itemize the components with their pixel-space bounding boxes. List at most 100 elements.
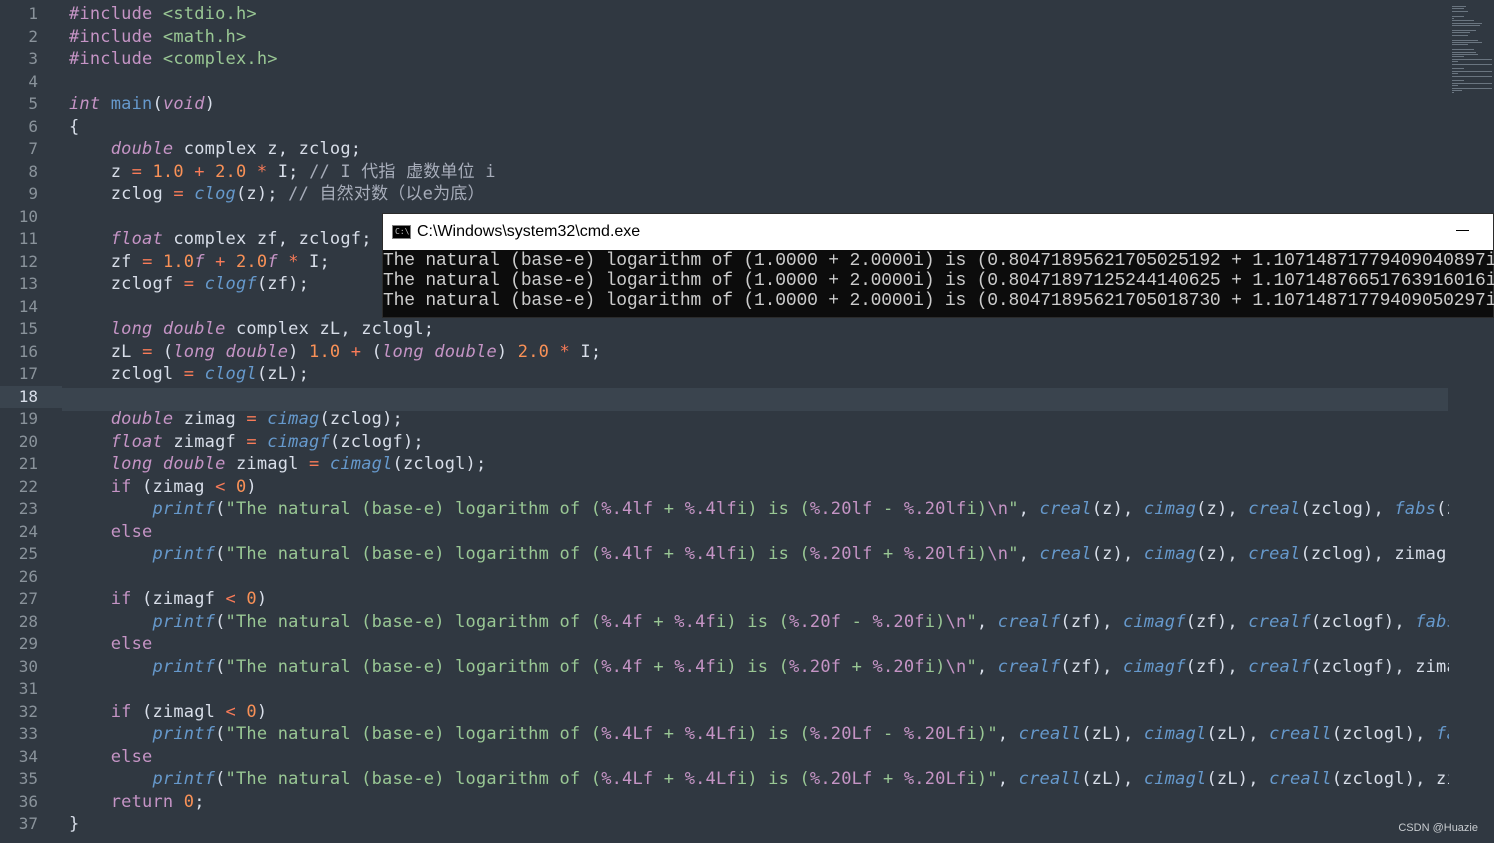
code-line: #include <stdio.h> [69, 4, 257, 24]
line-number: 31 [18, 679, 38, 698]
minimap[interactable] [1448, 0, 1494, 100]
minimap-line [1452, 70, 1492, 72]
line-number: 20 [18, 431, 38, 451]
minimap-line [1452, 34, 1468, 36]
minimap-line [1452, 85, 1458, 87]
line-number: 29 [18, 634, 38, 653]
code-line: #include <math.h> [69, 26, 247, 47]
minimap-line [1452, 58, 1492, 60]
line-number: 33 [18, 724, 38, 743]
code-line: if (zimag < 0) [110, 476, 257, 497]
minimap-line [1452, 42, 1482, 43]
code-line: #include <complex.h> [69, 49, 278, 69]
code-line: long double zimagl = cimagl(zclogl); [110, 454, 487, 474]
line-number-gutter: 1 2 3 4 5 6 7 8 9 10 11 12 13 14 15 16 1… [0, 3, 62, 836]
code-line: double complex z, zclog; [110, 139, 362, 159]
line-number: 5 [28, 94, 38, 113]
line-number: 7 [28, 139, 38, 158]
minimap-line [1452, 63, 1492, 65]
code-line: long double complex zL, zclogl; [110, 319, 435, 339]
code-line: printf("The natural (base-e) logarithm o… [152, 611, 1449, 632]
minimap-line [1452, 51, 1476, 53]
cmd-titlebar[interactable]: C:\ C:\Windows\system32\cmd.exe [383, 214, 1493, 250]
line-number: 4 [28, 71, 38, 91]
minimap-line [1452, 18, 1454, 19]
minimap-line [1452, 90, 1462, 91]
line-number: 35 [18, 769, 38, 788]
minimap-line [1452, 44, 1468, 46]
minimap-line [1452, 61, 1458, 63]
line-number: 6 [28, 116, 38, 136]
minimap-line [1452, 10, 1468, 12]
code-line-active [69, 386, 1449, 409]
minimap-line [1452, 54, 1478, 55]
code-line: zclogl = clogl(zL); [110, 364, 310, 384]
minimap-line [1452, 20, 1474, 22]
output-line: The natural (base-e) logarithm of (1.000… [383, 251, 1494, 271]
line-number: 12 [18, 251, 38, 271]
line-number: 37 [18, 814, 38, 833]
line-number: 36 [18, 791, 38, 811]
minimap-line [1452, 22, 1482, 24]
code-line: else [110, 521, 153, 542]
code-line: printf("The natural (base-e) logarithm o… [152, 499, 1449, 519]
output-line: The natural (base-e) logarithm of (1.000… [383, 271, 1494, 291]
minimap-line [1452, 73, 1458, 75]
line-number-active: 18 [0, 385, 62, 408]
code-editor[interactable]: 1 2 3 4 5 6 7 8 9 10 11 12 13 14 15 16 1… [0, 0, 1494, 843]
line-number: 21 [18, 454, 38, 473]
line-number: 2 [28, 26, 38, 46]
code-line: { [69, 116, 80, 137]
terminal-icon: C:\ [392, 225, 411, 239]
line-number: 9 [28, 184, 38, 203]
line-number: 24 [18, 521, 38, 541]
line-number: 16 [18, 341, 38, 361]
minimap-line [1452, 49, 1474, 51]
line-number: 22 [18, 476, 38, 496]
code-line: return 0; [110, 791, 205, 812]
code-line: float zimagf = cimagf(zclogf); [110, 431, 424, 452]
minimap-line [1452, 8, 1464, 10]
line-number: 13 [18, 274, 38, 293]
minimap-line [1452, 15, 1464, 17]
code-line: double zimag = cimag(zclog); [110, 409, 403, 429]
code-line: if (zimagl < 0) [110, 701, 268, 722]
line-number: 27 [18, 589, 38, 608]
output-line: The natural (base-e) logarithm of (1.000… [383, 291, 1494, 311]
line-number: 26 [18, 566, 38, 586]
code-line: else [110, 634, 153, 654]
watermark: CSDN @Huazie [1398, 822, 1478, 834]
minimap-line [1452, 80, 1464, 82]
code-line: printf("The natural (base-e) logarithm o… [152, 724, 1449, 744]
line-number: 17 [18, 364, 38, 383]
code-line: } [69, 814, 80, 834]
line-number: 25 [18, 544, 38, 563]
line-number: 34 [18, 746, 38, 766]
line-number: 23 [18, 499, 38, 518]
minimize-icon[interactable] [1456, 230, 1469, 231]
minimap-line [1452, 87, 1492, 89]
code-line: zclog = clog(z); // 自然对数（以e为底） [110, 184, 485, 204]
minimap-line [1452, 92, 1454, 94]
minimap-line [1452, 32, 1470, 34]
code-line: printf("The natural (base-e) logarithm o… [152, 769, 1449, 789]
cmd-output: The natural (base-e) logarithm of (1.000… [383, 251, 1494, 311]
line-number: 32 [18, 701, 38, 721]
line-number: 8 [28, 161, 38, 181]
line-number: 11 [18, 229, 38, 248]
line-number: 15 [18, 319, 38, 338]
minimap-line [1452, 30, 1476, 31]
minimap-line [1452, 82, 1492, 84]
minimap-line [1452, 6, 1466, 7]
minimap-line [1452, 68, 1464, 70]
code-line: if (zimagf < 0) [110, 589, 268, 609]
minimap-line [1452, 56, 1464, 58]
line-number: 3 [28, 49, 38, 68]
cmd-window[interactable]: C:\ C:\Windows\system32\cmd.exe The natu… [382, 213, 1494, 318]
line-number: 30 [18, 656, 38, 676]
line-number: 1 [28, 4, 38, 23]
code-area[interactable]: #include <stdio.h> #include <math.h> #in… [69, 3, 1449, 836]
